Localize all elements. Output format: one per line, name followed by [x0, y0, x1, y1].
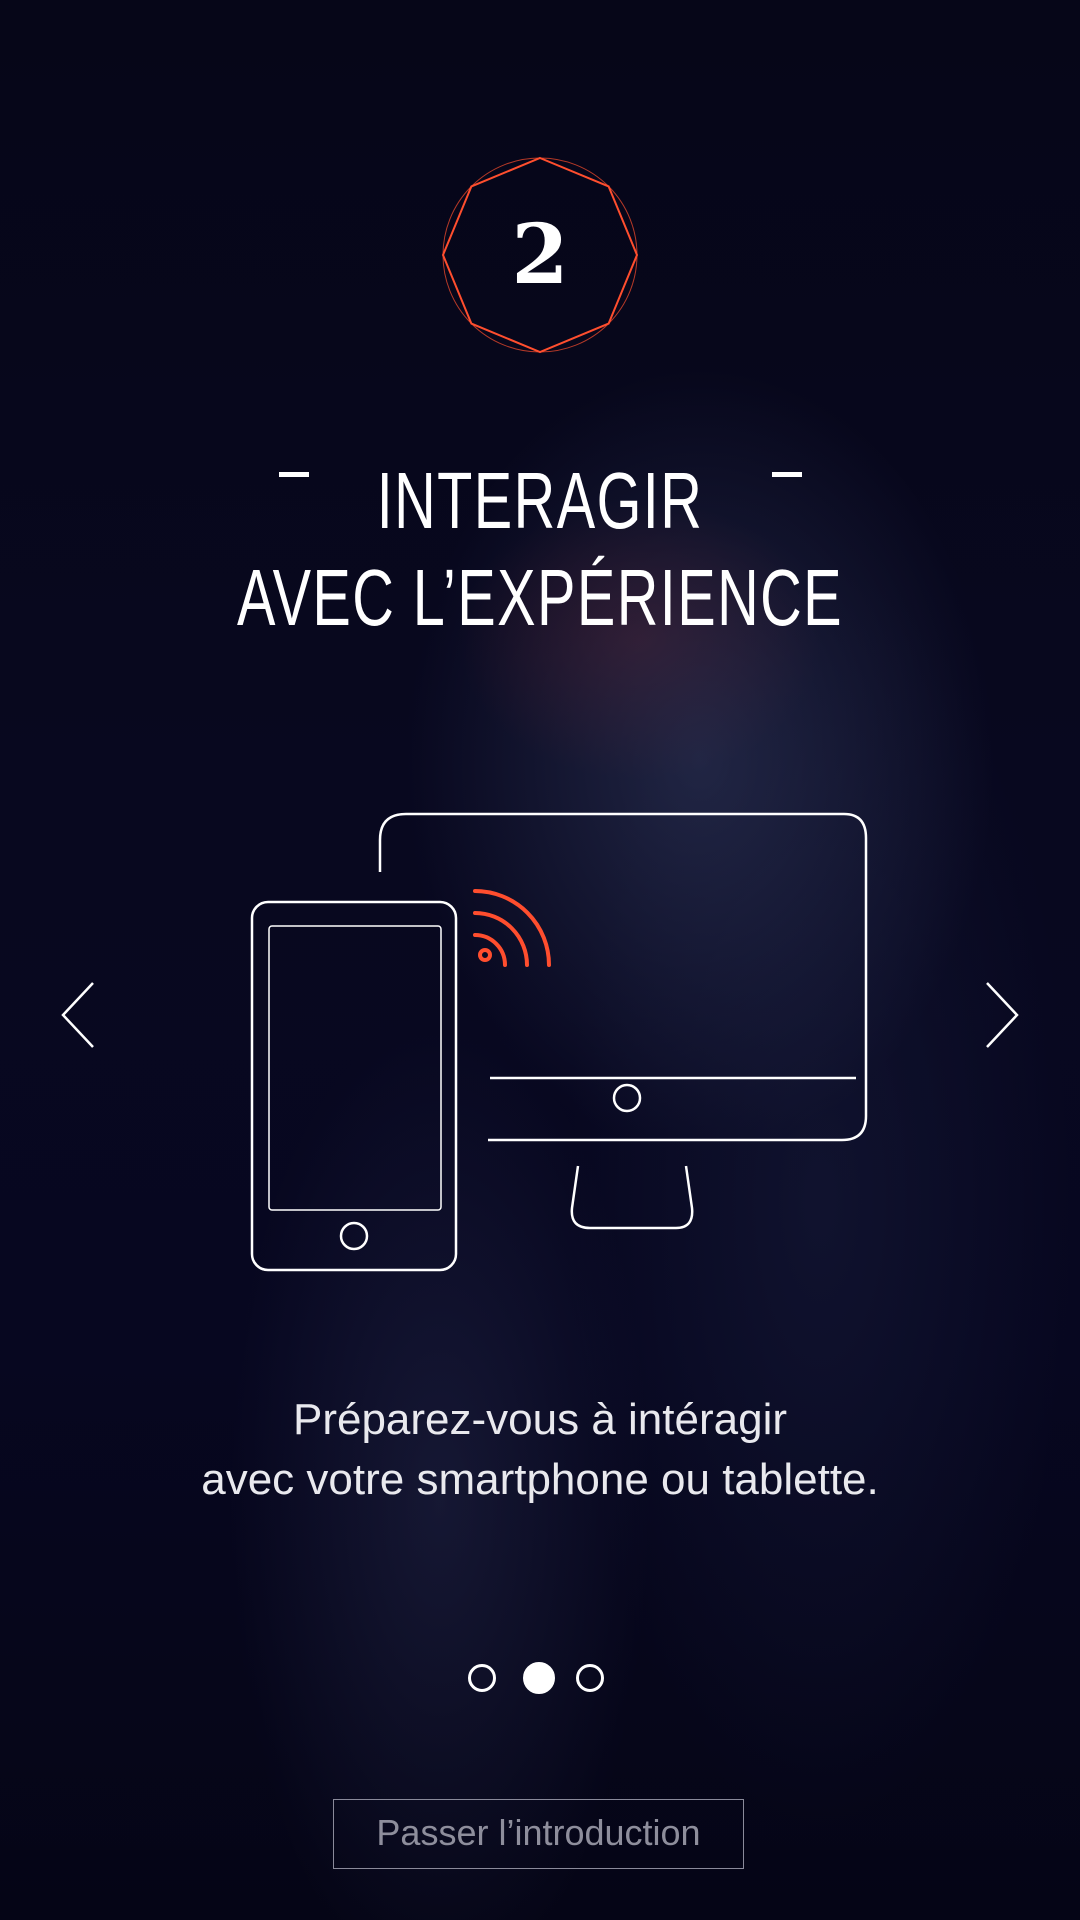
pager-dot-3[interactable]	[576, 1664, 604, 1692]
smartphone-icon	[250, 900, 458, 1272]
step-number: 2	[511, 207, 569, 303]
devices-illustration	[250, 812, 868, 1272]
chevron-right-icon	[986, 982, 1019, 1048]
next-slide-button[interactable]	[975, 975, 1025, 1055]
title-line-1: INTERAGIR	[376, 456, 704, 545]
skip-intro-button[interactable]: Passer l’introduction	[333, 1799, 744, 1869]
pager-dot-1[interactable]	[468, 1664, 496, 1692]
intro-screen: 2 INTERAGIR AVEC L’EXPÉRIENCE Préparez-v…	[0, 0, 1080, 1920]
previous-slide-button[interactable]	[55, 975, 105, 1055]
slide-pager	[466, 1662, 614, 1698]
step-badge: 2	[441, 156, 639, 354]
intro-description: Préparez-vous à intéragir avec votre sma…	[0, 1390, 1080, 1510]
description-line-2: avec votre smartphone ou tablette.	[201, 1455, 879, 1504]
chevron-left-icon	[61, 982, 94, 1048]
description-line-1: Préparez-vous à intéragir	[292, 1395, 787, 1444]
pager-dot-2-active[interactable]	[523, 1662, 555, 1694]
monitor-icon	[378, 812, 868, 1230]
wireless-signal-icon	[473, 889, 551, 967]
title-line-2: AVEC L’EXPÉRIENCE	[236, 553, 844, 642]
